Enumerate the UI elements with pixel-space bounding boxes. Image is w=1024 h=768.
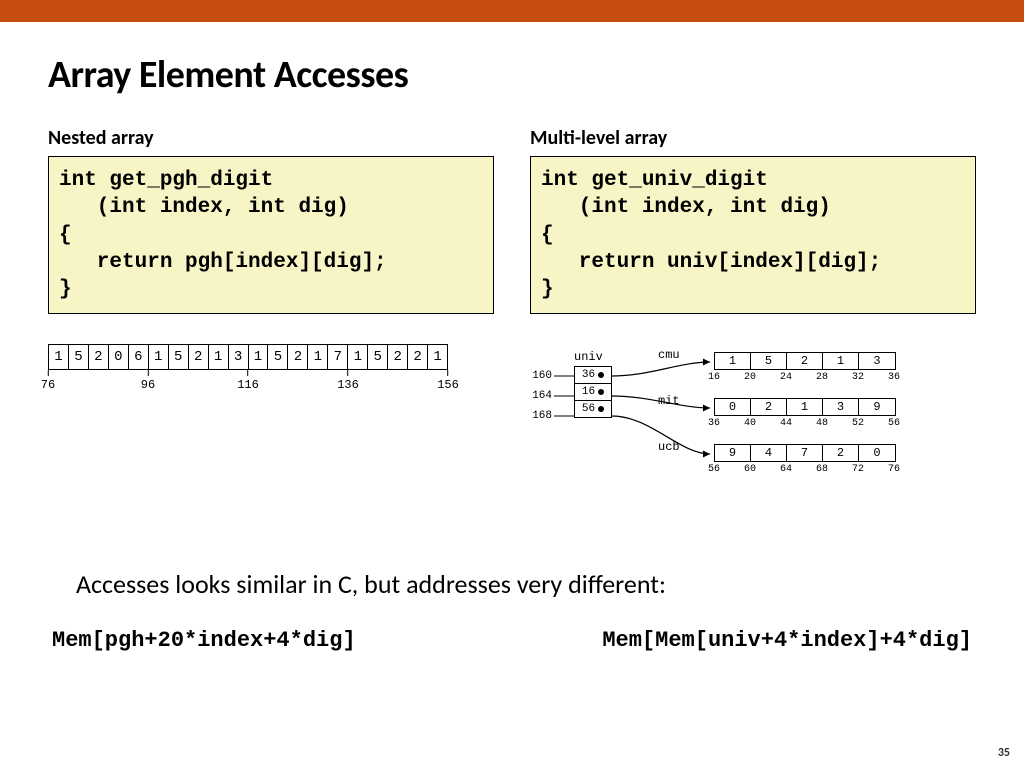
nested-tick: 76 — [41, 370, 55, 392]
array-row: 15213 — [714, 352, 896, 370]
array-name-label: mit — [658, 394, 680, 408]
array-tick: 36 — [696, 418, 732, 429]
array-cell: 0 — [715, 399, 751, 415]
array-cell: 9 — [859, 399, 895, 415]
array-tick: 44 — [768, 418, 804, 429]
nested-cell: 1 — [428, 345, 447, 369]
array-tick: 60 — [732, 464, 768, 475]
nested-cell: 5 — [169, 345, 189, 369]
array-tick: 52 — [840, 418, 876, 429]
nested-tick: 96 — [141, 370, 155, 392]
array-cell: 1 — [787, 399, 823, 415]
array-cell: 0 — [859, 445, 895, 461]
nested-cell: 6 — [129, 345, 149, 369]
nested-cell: 1 — [249, 345, 269, 369]
array-cell: 9 — [715, 445, 751, 461]
univ-pointer-cell: 56 — [575, 401, 611, 417]
nested-heading: Nested array — [48, 126, 494, 150]
slide-title: Array Element Accesses — [48, 52, 976, 98]
array-tick: 76 — [876, 464, 912, 475]
array-tick: 36 — [876, 372, 912, 383]
array-ticks: 162024283236 — [696, 372, 912, 383]
page-number: 35 — [998, 746, 1010, 760]
array-tick: 32 — [840, 372, 876, 383]
nested-cell: 3 — [229, 345, 249, 369]
array-cell: 2 — [787, 353, 823, 369]
array-cell: 5 — [751, 353, 787, 369]
nested-tick: 136 — [337, 370, 359, 392]
nested-cell: 2 — [89, 345, 109, 369]
array-name-label: ucb — [658, 440, 680, 454]
nested-cell: 5 — [69, 345, 89, 369]
array-tick: 64 — [768, 464, 804, 475]
nested-cell: 0 — [109, 345, 129, 369]
mem-expression-nested: Mem[pgh+20*index+4*dig] — [52, 628, 356, 653]
nested-cell: 1 — [149, 345, 169, 369]
univ-addr: 168 — [526, 410, 552, 422]
nested-cell: 2 — [388, 345, 408, 369]
array-tick: 20 — [732, 372, 768, 383]
nested-cell: 2 — [189, 345, 209, 369]
array-cell: 1 — [715, 353, 751, 369]
array-cell: 1 — [823, 353, 859, 369]
array-name-label: cmu — [658, 348, 680, 362]
array-row: 94720 — [714, 444, 896, 462]
nested-cell: 2 — [408, 345, 428, 369]
nested-cell: 5 — [368, 345, 388, 369]
slide-top-bar — [0, 0, 1024, 22]
array-cell: 4 — [751, 445, 787, 461]
nested-cell: 1 — [348, 345, 368, 369]
nested-cell: 1 — [49, 345, 69, 369]
multilevel-heading: Multi-level array — [530, 126, 976, 150]
nested-cell: 7 — [328, 345, 348, 369]
array-cell: 7 — [787, 445, 823, 461]
array-tick: 16 — [696, 372, 732, 383]
array-tick: 72 — [840, 464, 876, 475]
array-cell: 3 — [823, 399, 859, 415]
nested-tick: 116 — [237, 370, 259, 392]
univ-label: univ — [574, 350, 603, 364]
array-ticks: 364044485256 — [696, 418, 912, 429]
multilevel-diagram: univ160164168361656cmu15213162024283236m… — [530, 344, 976, 504]
nested-cell: 1 — [308, 345, 328, 369]
array-ticks: 566064687276 — [696, 464, 912, 475]
univ-pointer-cell: 36 — [575, 367, 611, 384]
nested-code: int get_pgh_digit (int index, int dig) {… — [48, 156, 494, 314]
univ-pointer-cell: 16 — [575, 384, 611, 401]
array-cell: 3 — [859, 353, 895, 369]
array-tick: 56 — [696, 464, 732, 475]
nested-diagram: 15206152131521715221 7696116136156 — [48, 344, 494, 394]
univ-addr: 164 — [526, 390, 552, 402]
nested-cell: 5 — [268, 345, 288, 369]
multilevel-array-column: Multi-level array int get_univ_digit (in… — [530, 126, 976, 504]
nested-tick: 156 — [437, 370, 459, 392]
array-tick: 28 — [804, 372, 840, 383]
multilevel-code: int get_univ_digit (int index, int dig) … — [530, 156, 976, 314]
array-tick: 68 — [804, 464, 840, 475]
univ-pointer-box: 361656 — [574, 366, 612, 418]
nested-cell: 2 — [288, 345, 308, 369]
summary-note: Accesses looks similar in C, but address… — [76, 568, 976, 600]
nested-array-column: Nested array int get_pgh_digit (int inde… — [48, 126, 494, 504]
array-cell: 2 — [751, 399, 787, 415]
array-tick: 56 — [876, 418, 912, 429]
array-tick: 40 — [732, 418, 768, 429]
array-tick: 24 — [768, 372, 804, 383]
nested-cell: 1 — [209, 345, 229, 369]
array-tick: 48 — [804, 418, 840, 429]
array-row: 02139 — [714, 398, 896, 416]
mem-expression-multilevel: Mem[Mem[univ+4*index]+4*dig] — [602, 628, 972, 653]
univ-addr: 160 — [526, 370, 552, 382]
array-cell: 2 — [823, 445, 859, 461]
